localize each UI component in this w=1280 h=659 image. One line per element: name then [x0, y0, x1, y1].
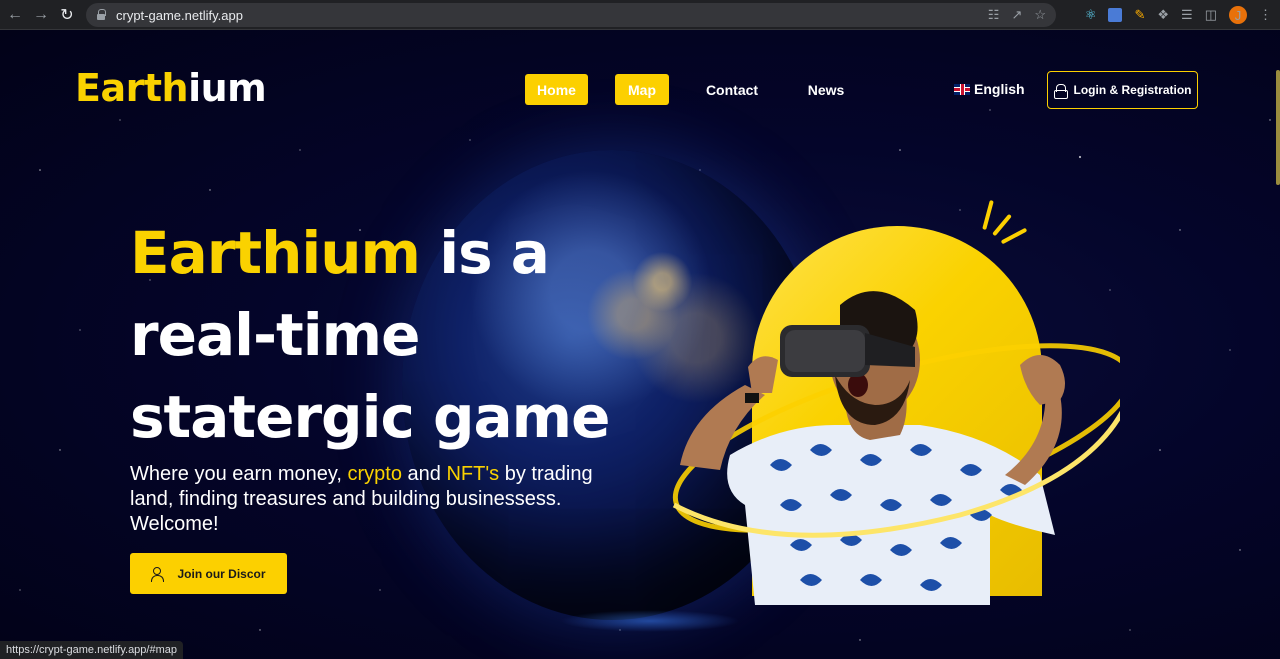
url-text[interactable]: crypt-game.netlify.app — [116, 8, 243, 23]
extensions-puzzle-icon[interactable]: ❖ — [1157, 7, 1169, 23]
react-devtools-icon[interactable]: ⚛ — [1085, 7, 1097, 23]
logo-part-ium: ium — [188, 66, 267, 110]
login-registration-button[interactable]: Login & Registration — [1047, 71, 1198, 109]
nav-home[interactable]: Home — [525, 74, 588, 105]
media-queue-icon[interactable]: ☰ — [1181, 7, 1193, 23]
status-bar-link-preview: https://crypt-game.netlify.app/#map — [0, 641, 183, 659]
site-logo[interactable]: Earthium — [75, 66, 267, 110]
lock-icon[interactable] — [96, 9, 106, 21]
nav-news[interactable]: News — [800, 74, 852, 105]
hero-sub-crypto: crypto — [347, 463, 402, 485]
hero-title-accent: Earthium — [130, 219, 421, 287]
join-discord-button[interactable]: Join our Discor — [130, 553, 287, 594]
hero-subtitle: Where you earn money, crypto and NFT's b… — [130, 462, 610, 537]
language-label: English — [974, 81, 1025, 97]
hero-title-line1: is a — [420, 219, 550, 287]
hero-sub-text-1: Where you earn money, — [130, 463, 348, 485]
address-bar[interactable]: crypt-game.netlify.app ☷ ↗ ☆ — [86, 3, 1056, 27]
profile-avatar[interactable]: J — [1229, 6, 1247, 24]
language-selector[interactable]: English — [954, 78, 1025, 100]
uk-flag-icon — [954, 83, 970, 95]
translate-icon[interactable]: ☷ — [988, 7, 1000, 23]
discord-button-label: Join our Discor — [177, 566, 266, 581]
users-icon — [151, 566, 167, 582]
browser-toolbar: ← → ↻ crypt-game.netlify.app ☷ ↗ ☆ ⚛ ✎ ❖… — [0, 0, 1280, 30]
globe-rim-glow — [560, 610, 740, 632]
hero-sub-text-2: and — [401, 463, 447, 485]
google-translate-icon[interactable] — [1108, 8, 1123, 22]
back-arrow-icon[interactable]: ← — [2, 2, 28, 28]
side-panel-icon[interactable]: ◫ — [1205, 7, 1217, 23]
vr-headset-person-image — [672, 291, 1120, 605]
page-scrollbar[interactable] — [1276, 70, 1280, 185]
hero-title-line3: statergic game — [130, 383, 610, 451]
login-button-label: Login & Registration — [1073, 83, 1192, 97]
pen-extension-icon[interactable]: ✎ — [1134, 7, 1145, 23]
hero-title-line2: real-time — [130, 301, 420, 369]
nav-contact[interactable]: Contact — [700, 74, 764, 105]
page-viewport: Earthium Home Map Contact News English L… — [0, 30, 1280, 659]
kebab-menu-icon[interactable]: ⋮ — [1259, 7, 1272, 23]
bookmark-star-icon[interactable]: ☆ — [1034, 7, 1046, 23]
hero-sub-nfts: NFT's — [446, 463, 500, 485]
share-icon[interactable]: ↗ — [1011, 7, 1022, 23]
nav-map[interactable]: Map — [615, 74, 669, 105]
lock-icon — [1053, 83, 1068, 99]
forward-arrow-icon[interactable]: → — [28, 2, 54, 28]
hero-title: Earthium is a real-time statergic game — [130, 212, 690, 458]
reload-icon[interactable]: ↻ — [54, 2, 80, 28]
logo-part-earth: Earth — [75, 66, 189, 110]
